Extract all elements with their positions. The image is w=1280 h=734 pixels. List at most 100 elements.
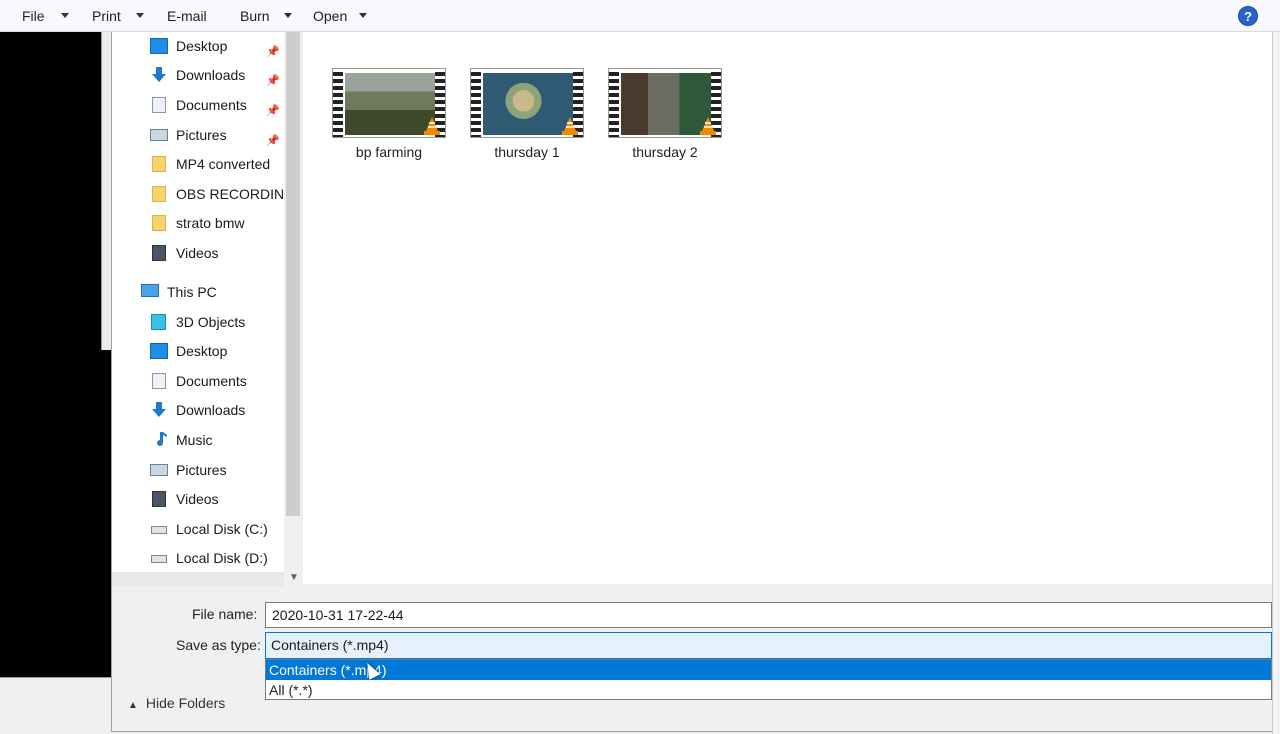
background-window-footer bbox=[0, 677, 111, 734]
top-toolbar: File Print E-mail Burn Open ? bbox=[0, 0, 1280, 32]
filename-label: File name: bbox=[192, 606, 258, 622]
save-type-label: Save as type: bbox=[176, 637, 261, 653]
desktop-icon bbox=[150, 38, 168, 54]
pin-icon: 📌 bbox=[266, 105, 280, 117]
nav-item-pictures[interactable]: Pictures 📌 bbox=[148, 122, 284, 148]
vlc-cone-icon bbox=[700, 117, 716, 135]
pin-icon: 📌 bbox=[266, 75, 280, 87]
nav-item-label: OBS RECORDINC bbox=[176, 186, 284, 202]
pictures-icon bbox=[150, 129, 168, 141]
nav-item-pc-desktop[interactable]: Desktop bbox=[148, 338, 284, 364]
nav-item-documents[interactable]: Documents 📌 bbox=[148, 92, 284, 118]
nav-item-local-disk-d[interactable]: Local Disk (D:) bbox=[148, 545, 284, 571]
this-pc-icon bbox=[141, 284, 159, 297]
nav-item-label: strato bmw bbox=[176, 215, 245, 231]
film-strip-left bbox=[333, 69, 343, 137]
email-button[interactable]: E-mail bbox=[167, 7, 207, 25]
background-video-pane bbox=[0, 32, 111, 677]
scroll-down-chevron-icon[interactable]: ▼ bbox=[289, 572, 299, 583]
nav-item-mp4-converted[interactable]: MP4 converted bbox=[148, 151, 284, 177]
file-menu[interactable]: File bbox=[22, 7, 45, 25]
nav-item-local-disk-c[interactable]: Local Disk (C:) bbox=[148, 516, 284, 542]
video-thumbnail bbox=[483, 73, 573, 135]
nav-item-label: Videos bbox=[176, 245, 219, 261]
nav-item-strato-bmw[interactable]: strato bmw bbox=[148, 210, 284, 236]
nav-item-label: Pictures bbox=[176, 127, 227, 143]
nav-item-this-pc[interactable]: This PC bbox=[140, 279, 284, 305]
download-icon bbox=[152, 67, 166, 82]
file-thumbnail[interactable] bbox=[332, 68, 446, 138]
navigation-pane[interactable]: Desktop 📌 Downloads 📌 Documents 📌 Pictur… bbox=[112, 32, 284, 584]
save-type-select[interactable]: Containers (*.mp4) bbox=[265, 632, 1272, 659]
file-list[interactable]: bp farming thursday 1 thursday 2 bbox=[303, 32, 1272, 584]
documents-icon bbox=[152, 373, 166, 389]
pictures-icon bbox=[150, 464, 168, 476]
3d-objects-icon bbox=[151, 314, 166, 330]
print-menu-chevron-down-icon[interactable] bbox=[136, 13, 144, 18]
folder-icon bbox=[152, 186, 166, 202]
save-type-dropdown-list[interactable]: Containers (*.mp4) All (*.*) bbox=[265, 659, 1272, 700]
vlc-cone-icon bbox=[562, 117, 578, 135]
file-thumbnail[interactable] bbox=[608, 68, 722, 138]
open-menu[interactable]: Open bbox=[313, 7, 347, 25]
disk-icon bbox=[151, 555, 167, 563]
nav-item-music[interactable]: Music bbox=[148, 427, 284, 453]
nav-item-pc-documents[interactable]: Documents bbox=[148, 368, 284, 394]
disk-icon bbox=[151, 526, 167, 534]
nav-item-pc-downloads[interactable]: Downloads bbox=[148, 397, 284, 423]
video-thumbnail bbox=[345, 73, 435, 135]
chevron-up-icon: ▲ bbox=[128, 700, 138, 711]
file-thumbnail[interactable] bbox=[470, 68, 584, 138]
nav-item-label: MP4 converted bbox=[176, 156, 271, 172]
burn-menu[interactable]: Burn bbox=[240, 7, 270, 25]
nav-item-label: Music bbox=[176, 432, 213, 448]
print-menu[interactable]: Print bbox=[92, 7, 121, 25]
video-thumbnail bbox=[621, 73, 711, 135]
nav-item-videos[interactable]: Videos bbox=[148, 240, 284, 266]
nav-item-label: Documents bbox=[176, 373, 247, 389]
window-right-border bbox=[1272, 32, 1280, 734]
nav-item-label: Local Disk (C:) bbox=[176, 521, 268, 537]
nav-item-label: Videos bbox=[176, 491, 219, 507]
nav-item-label: Downloads bbox=[176, 67, 246, 83]
film-strip-left bbox=[471, 69, 481, 137]
help-icon[interactable]: ? bbox=[1238, 6, 1258, 26]
dropdown-option-mp4[interactable]: Containers (*.mp4) bbox=[266, 660, 1271, 680]
nav-item-label: Desktop bbox=[176, 343, 228, 359]
nav-item-downloads[interactable]: Downloads 📌 bbox=[148, 62, 284, 88]
burn-menu-chevron-down-icon[interactable] bbox=[284, 13, 292, 18]
videos-icon bbox=[152, 245, 166, 261]
nav-item-label: Desktop bbox=[176, 38, 228, 54]
nav-item-label: Documents bbox=[176, 97, 247, 113]
nav-item-pc-videos[interactable]: Videos bbox=[148, 486, 284, 512]
folder-icon bbox=[152, 156, 166, 172]
hide-folders-label: Hide Folders bbox=[145, 695, 226, 711]
hide-folders-button[interactable]: ▲ Hide Folders bbox=[128, 695, 225, 711]
file-menu-chevron-down-icon[interactable] bbox=[61, 13, 69, 18]
nav-item-label: This PC bbox=[167, 284, 217, 300]
nav-item-3d-objects[interactable]: 3D Objects bbox=[148, 309, 284, 335]
file-name-label[interactable]: thursday 2 bbox=[595, 144, 735, 160]
nav-item-obs-recordings[interactable]: OBS RECORDINC bbox=[148, 181, 284, 207]
desktop-icon bbox=[150, 343, 168, 359]
music-icon bbox=[157, 432, 167, 446]
nav-item-label: Downloads bbox=[176, 402, 246, 418]
nav-item-desktop[interactable]: Desktop 📌 bbox=[148, 33, 284, 59]
background-window-edge bbox=[101, 32, 111, 350]
dropdown-option-all[interactable]: All (*.*) bbox=[266, 680, 1271, 700]
documents-icon bbox=[152, 97, 166, 113]
nav-item-label: 3D Objects bbox=[176, 314, 246, 330]
file-name-label[interactable]: thursday 1 bbox=[457, 144, 597, 160]
open-menu-chevron-down-icon[interactable] bbox=[359, 13, 367, 18]
nav-scrollbar-thumb[interactable] bbox=[286, 32, 300, 516]
videos-icon bbox=[152, 491, 166, 507]
folder-icon bbox=[152, 215, 166, 231]
vlc-cone-icon bbox=[424, 117, 440, 135]
nav-item-label: Pictures bbox=[176, 462, 227, 478]
nav-item-pc-pictures[interactable]: Pictures bbox=[148, 457, 284, 483]
film-strip-left bbox=[609, 69, 619, 137]
nav-partial-row bbox=[112, 572, 284, 586]
file-name-label[interactable]: bp farming bbox=[319, 144, 459, 160]
filename-input[interactable]: 2020-10-31 17-22-44 bbox=[265, 602, 1272, 628]
nav-item-label: Local Disk (D:) bbox=[176, 550, 268, 566]
